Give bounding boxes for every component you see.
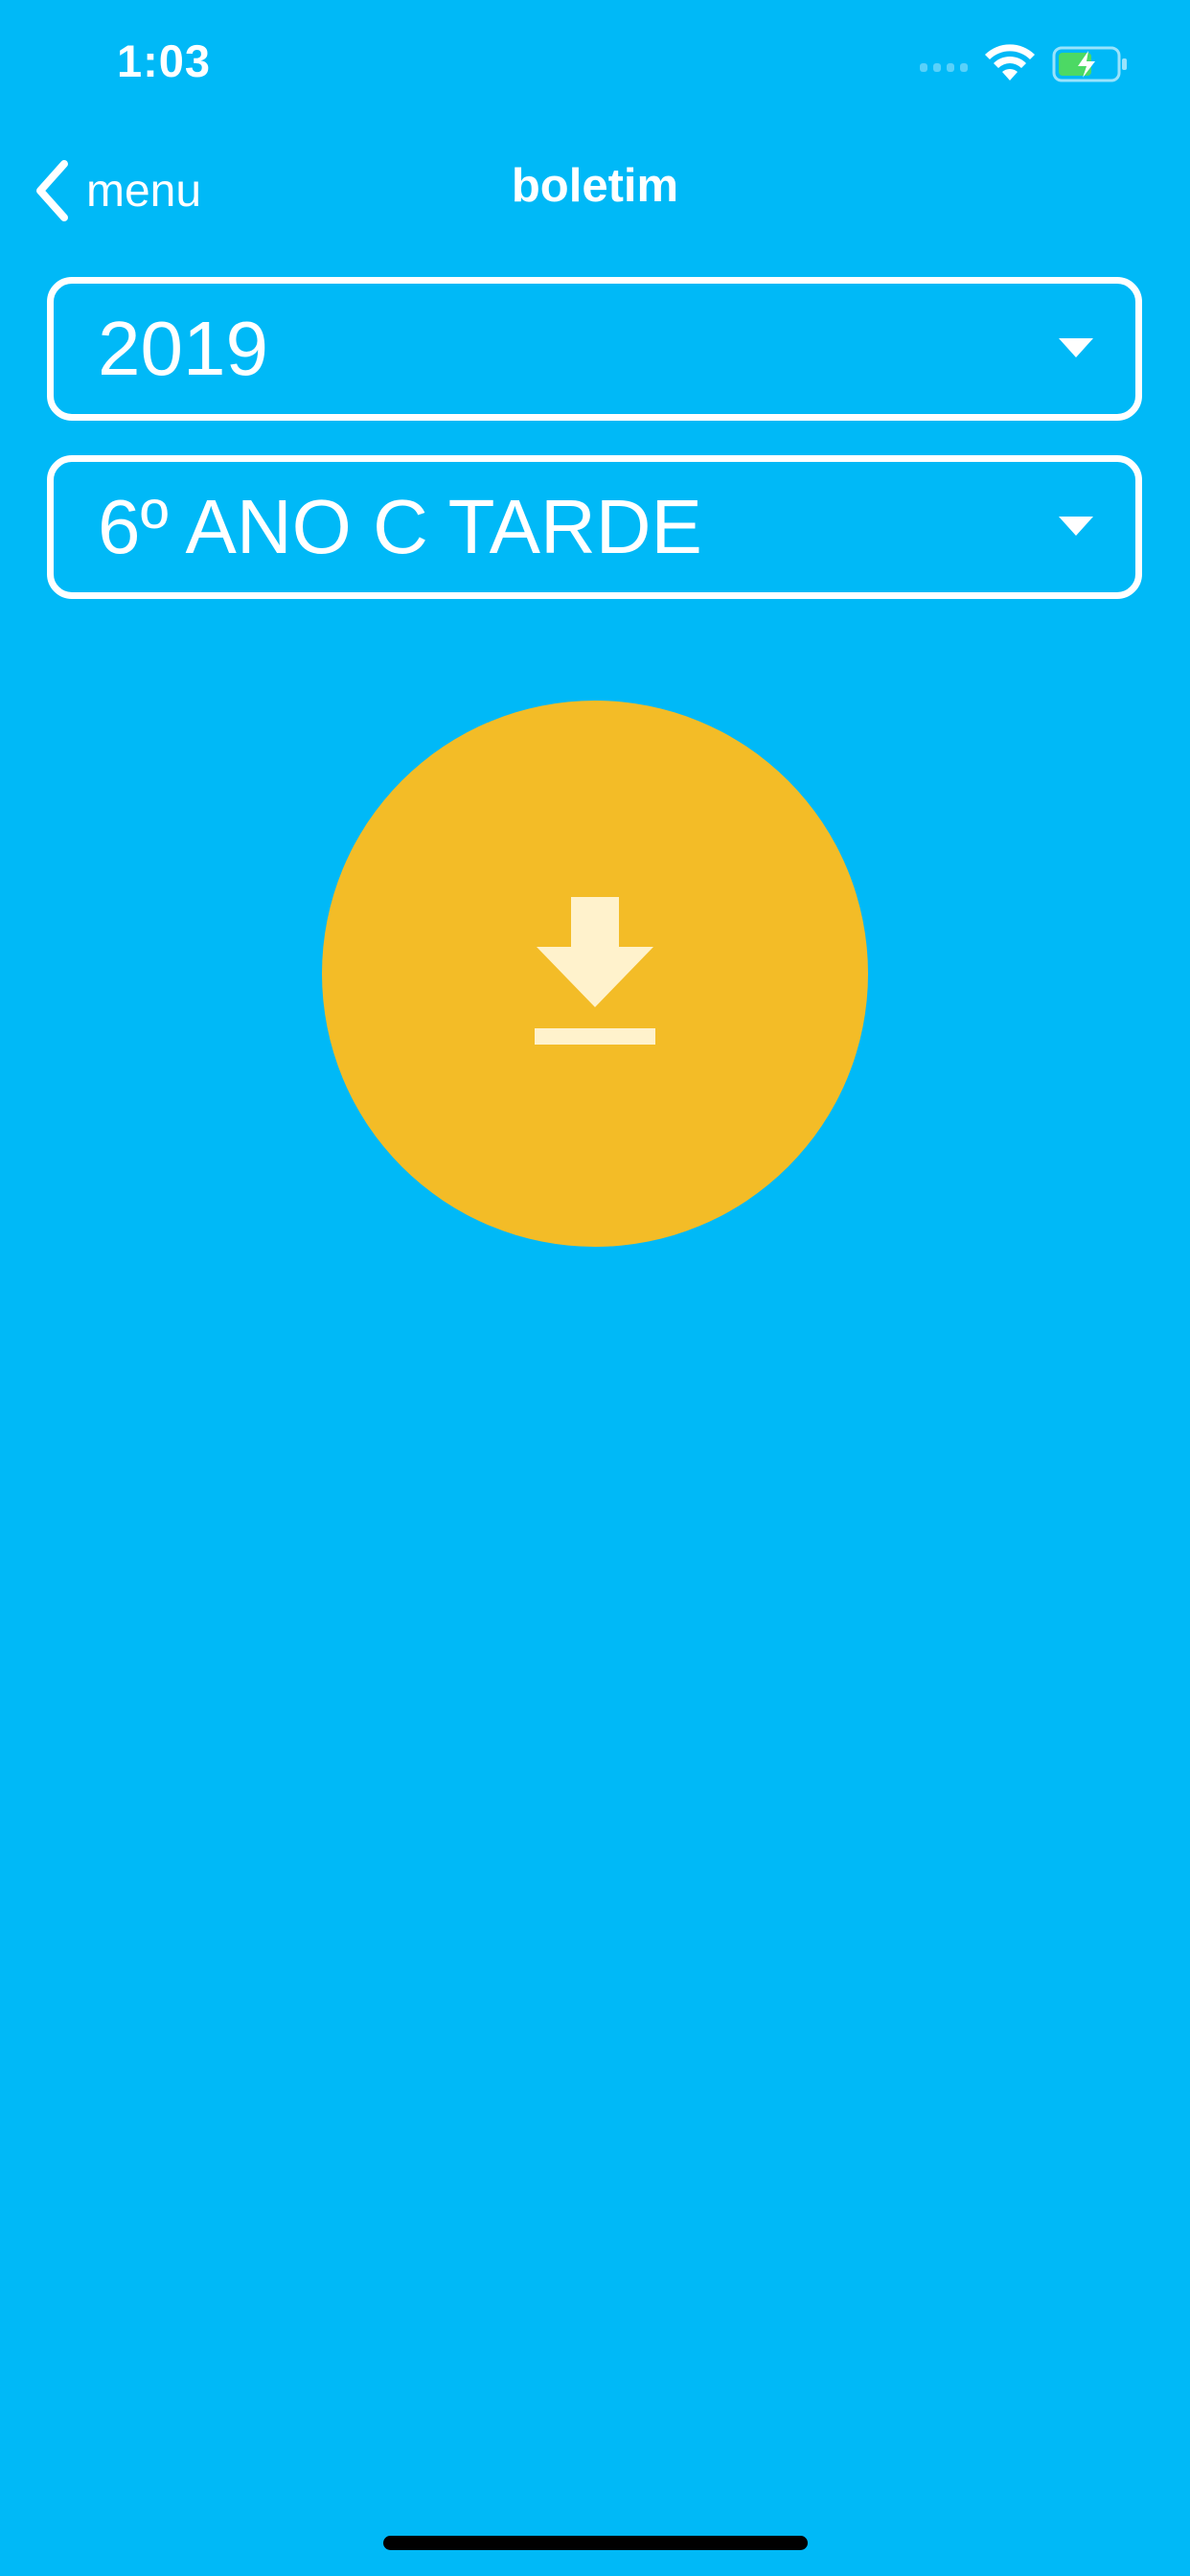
download-icon	[535, 897, 655, 1045]
page-title: boletim	[511, 160, 679, 212]
status-time: 1:03	[117, 35, 212, 86]
caret-down-icon	[1059, 517, 1093, 536]
battery-charging-icon	[1052, 46, 1127, 82]
class-select[interactable]: 6º ANO C TARDE	[47, 455, 1142, 599]
year-select-value: 2019	[98, 306, 268, 391]
year-select[interactable]: 2019	[47, 277, 1142, 421]
nav-bar: menu boletim	[0, 144, 1190, 236]
class-select-value: 6º ANO C TARDE	[98, 484, 702, 569]
status-bar: 1:03	[0, 0, 1190, 126]
download-button[interactable]	[322, 701, 868, 1247]
signal-icon	[920, 63, 968, 72]
home-indicator	[383, 2536, 808, 2550]
wifi-icon	[985, 44, 1035, 80]
caret-down-icon	[1059, 338, 1093, 357]
